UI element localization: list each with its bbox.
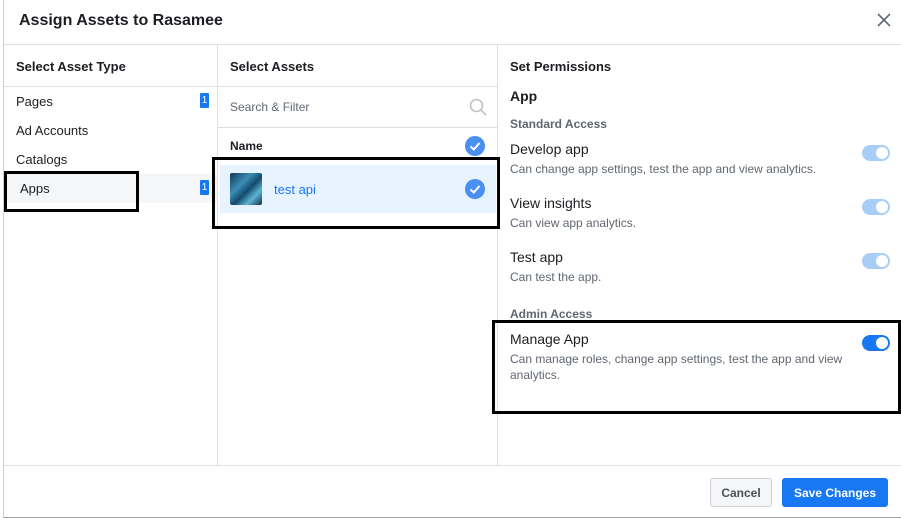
asset-type-label: Catalogs	[16, 152, 68, 167]
permission-title: Develop app	[510, 141, 589, 157]
dialog-header: Assign Assets to Rasamee	[4, 0, 901, 45]
toggle-knob	[876, 147, 888, 159]
toggle-switch[interactable]	[862, 145, 890, 161]
asset-name: test api	[274, 182, 316, 197]
permission-description: Can test the app.	[510, 270, 602, 284]
permission-description: Can view app analytics.	[510, 216, 637, 230]
check-circle-icon[interactable]	[465, 179, 485, 199]
permission-title: Test app	[510, 249, 563, 265]
asset-type-catalogs[interactable]: Catalogs	[4, 145, 217, 174]
assets-heading: Select Assets	[230, 59, 315, 74]
search-bar	[218, 87, 497, 128]
save-changes-button[interactable]: Save Changes	[782, 478, 888, 507]
name-column-header: Name	[218, 128, 497, 160]
select-all-check-icon[interactable]	[465, 136, 485, 156]
asset-type-label: Apps	[20, 181, 50, 196]
toggle-knob	[876, 201, 888, 213]
asset-type-label: Ad Accounts	[16, 123, 89, 138]
assign-assets-dialog: Assign Assets to Rasamee Select Asset Ty…	[3, 0, 901, 518]
permission-asset-kind: App	[510, 88, 538, 104]
permission-develop-app: Develop app Can change app settings, tes…	[510, 141, 890, 177]
close-icon[interactable]	[876, 12, 892, 28]
asset-row-test-api[interactable]: test api	[220, 165, 496, 213]
name-column-label: Name	[230, 139, 263, 153]
toggle-switch[interactable]	[862, 253, 890, 269]
cancel-button[interactable]: Cancel	[710, 478, 772, 507]
standard-access-label: Standard Access	[510, 117, 607, 131]
asset-type-column: Select Asset Type Pages 1 Ad Accounts Ca…	[4, 45, 218, 465]
toggle-knob	[876, 255, 888, 267]
permission-manage-app: Manage App Can manage roles, change app …	[510, 331, 890, 383]
permission-description: Can change app settings, test the app an…	[510, 162, 817, 176]
toggle-switch[interactable]	[862, 335, 890, 351]
app-thumbnail	[230, 173, 262, 205]
asset-type-label: Pages	[16, 94, 53, 109]
search-input[interactable]	[218, 87, 497, 127]
admin-access-label: Admin Access	[510, 307, 593, 321]
count-badge: 1	[200, 93, 209, 108]
search-icon	[469, 98, 487, 116]
permission-title: View insights	[510, 195, 592, 211]
permissions-column: Set Permissions App Standard Access Deve…	[498, 45, 901, 465]
toggle-switch[interactable]	[862, 199, 890, 215]
asset-type-pages[interactable]: Pages 1	[4, 87, 217, 116]
asset-type-heading: Select Asset Type	[16, 59, 126, 74]
permission-test-app: Test app Can test the app.	[510, 249, 890, 285]
dialog-footer: Cancel Save Changes	[4, 465, 901, 518]
count-badge: 1	[200, 180, 209, 195]
asset-type-ad-accounts[interactable]: Ad Accounts	[4, 116, 217, 145]
permission-view-insights: View insights Can view app analytics.	[510, 195, 890, 231]
permission-description: Can manage roles, change app settings, t…	[510, 352, 843, 382]
assets-column: Select Assets Name test api	[218, 45, 498, 465]
dialog-title: Assign Assets to Rasamee	[19, 12, 223, 29]
permissions-heading: Set Permissions	[510, 59, 612, 74]
permission-title: Manage App	[510, 331, 589, 347]
asset-type-apps[interactable]: Apps 1	[4, 174, 217, 203]
toggle-knob	[876, 337, 888, 349]
